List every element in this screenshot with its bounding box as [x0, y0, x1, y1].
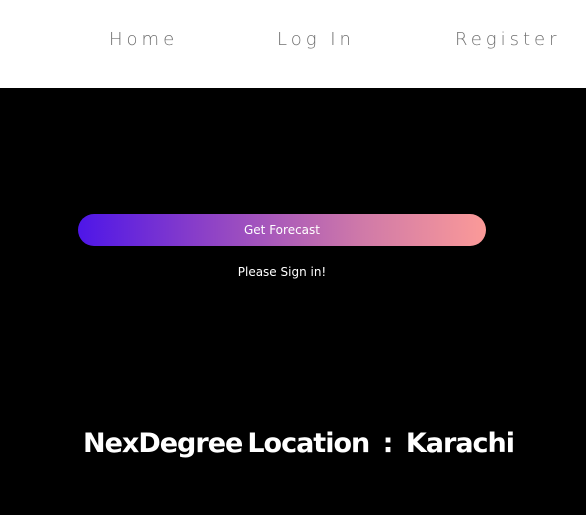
signin-message: Please Sign in!: [237, 265, 327, 279]
nav-login-link[interactable]: Log In: [277, 29, 355, 50]
brand-name: NexDegree: [83, 428, 243, 459]
get-forecast-button[interactable]: Get Forecast: [78, 214, 486, 246]
location-heading: NexDegree Location : Karachi: [83, 428, 515, 459]
nav-register-link[interactable]: Register: [455, 29, 561, 50]
main-content: Get Forecast Please Sign in! NexDegree Lo…: [0, 88, 586, 515]
location-separator: :: [382, 428, 394, 459]
location-value: Karachi: [405, 428, 515, 459]
location-label: Location: [247, 428, 370, 459]
nav-home-link[interactable]: Home: [109, 29, 178, 50]
top-navigation: Home Log In Register: [0, 0, 586, 88]
